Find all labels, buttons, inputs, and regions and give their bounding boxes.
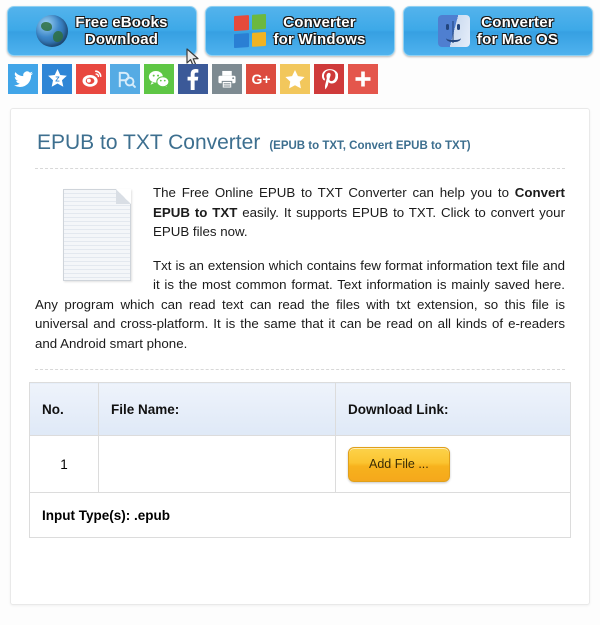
content-divider [35, 369, 565, 370]
content-card: EPUB to TXT Converter (EPUB to TXT, Conv… [10, 108, 590, 605]
intro-text-block: The Free Online EPUB to TXT Converter ca… [35, 183, 565, 353]
title-divider [35, 168, 565, 169]
table-header-row: No. File Name: Download Link: [29, 382, 571, 436]
social-share-row: Z G+ [0, 56, 600, 94]
banner-label: Free eBooks Download [75, 14, 168, 48]
mac-finder-icon [437, 15, 470, 47]
pinterest-icon[interactable] [314, 64, 344, 94]
input-types-label: Input Type(s): .epub [29, 492, 571, 538]
promo-banner-row: Free eBooks Download Converter for Windo… [0, 0, 600, 67]
file-conversion-table: No. File Name: Download Link: 1 Add File… [29, 382, 571, 538]
svg-text:Z: Z [55, 76, 60, 84]
banner-converter-for-mac-os[interactable]: Converter for Mac OS [403, 6, 593, 56]
row-number: 1 [29, 435, 99, 493]
column-header-download-link: Download Link: [335, 382, 571, 436]
document-file-icon [63, 189, 131, 281]
page-title-text: EPUB to TXT Converter [37, 131, 261, 154]
wechat-icon[interactable] [144, 64, 174, 94]
column-header-file-name: File Name: [98, 382, 336, 436]
add-file-button[interactable]: Add File ... [348, 446, 450, 482]
plus-icon[interactable] [348, 64, 378, 94]
weibo-icon[interactable] [76, 64, 106, 94]
globe-icon [36, 15, 69, 47]
baidu-icon[interactable] [110, 64, 140, 94]
table-row: 1 Add File ... [29, 435, 571, 493]
banner-label: Converter for Windows [273, 14, 366, 48]
banner-label: Converter for Mac OS [476, 14, 559, 48]
page-subtitle: (EPUB to TXT, Convert EPUB to TXT) [269, 140, 471, 152]
row-download-link: Add File ... [335, 435, 571, 493]
row-file-name [98, 435, 336, 493]
banner-converter-for-windows[interactable]: Converter for Windows [205, 6, 395, 56]
table-footer-row: Input Type(s): .epub [29, 492, 571, 538]
google-plus-icon[interactable]: G+ [246, 64, 276, 94]
zhihu-icon[interactable]: Z [42, 64, 72, 94]
google-plus-label: G+ [251, 71, 271, 87]
page-title: EPUB to TXT Converter (EPUB to TXT, Conv… [37, 131, 571, 155]
intro-p1-before: The Free Online EPUB to TXT Converter ca… [153, 185, 515, 200]
star-icon[interactable] [280, 64, 310, 94]
facebook-icon[interactable] [178, 64, 208, 94]
column-header-no: No. [29, 382, 99, 436]
banner-free-ebooks-download[interactable]: Free eBooks Download [7, 6, 199, 67]
print-icon[interactable] [212, 64, 242, 94]
windows-logo-icon [234, 13, 267, 49]
twitter-icon[interactable] [8, 64, 38, 94]
